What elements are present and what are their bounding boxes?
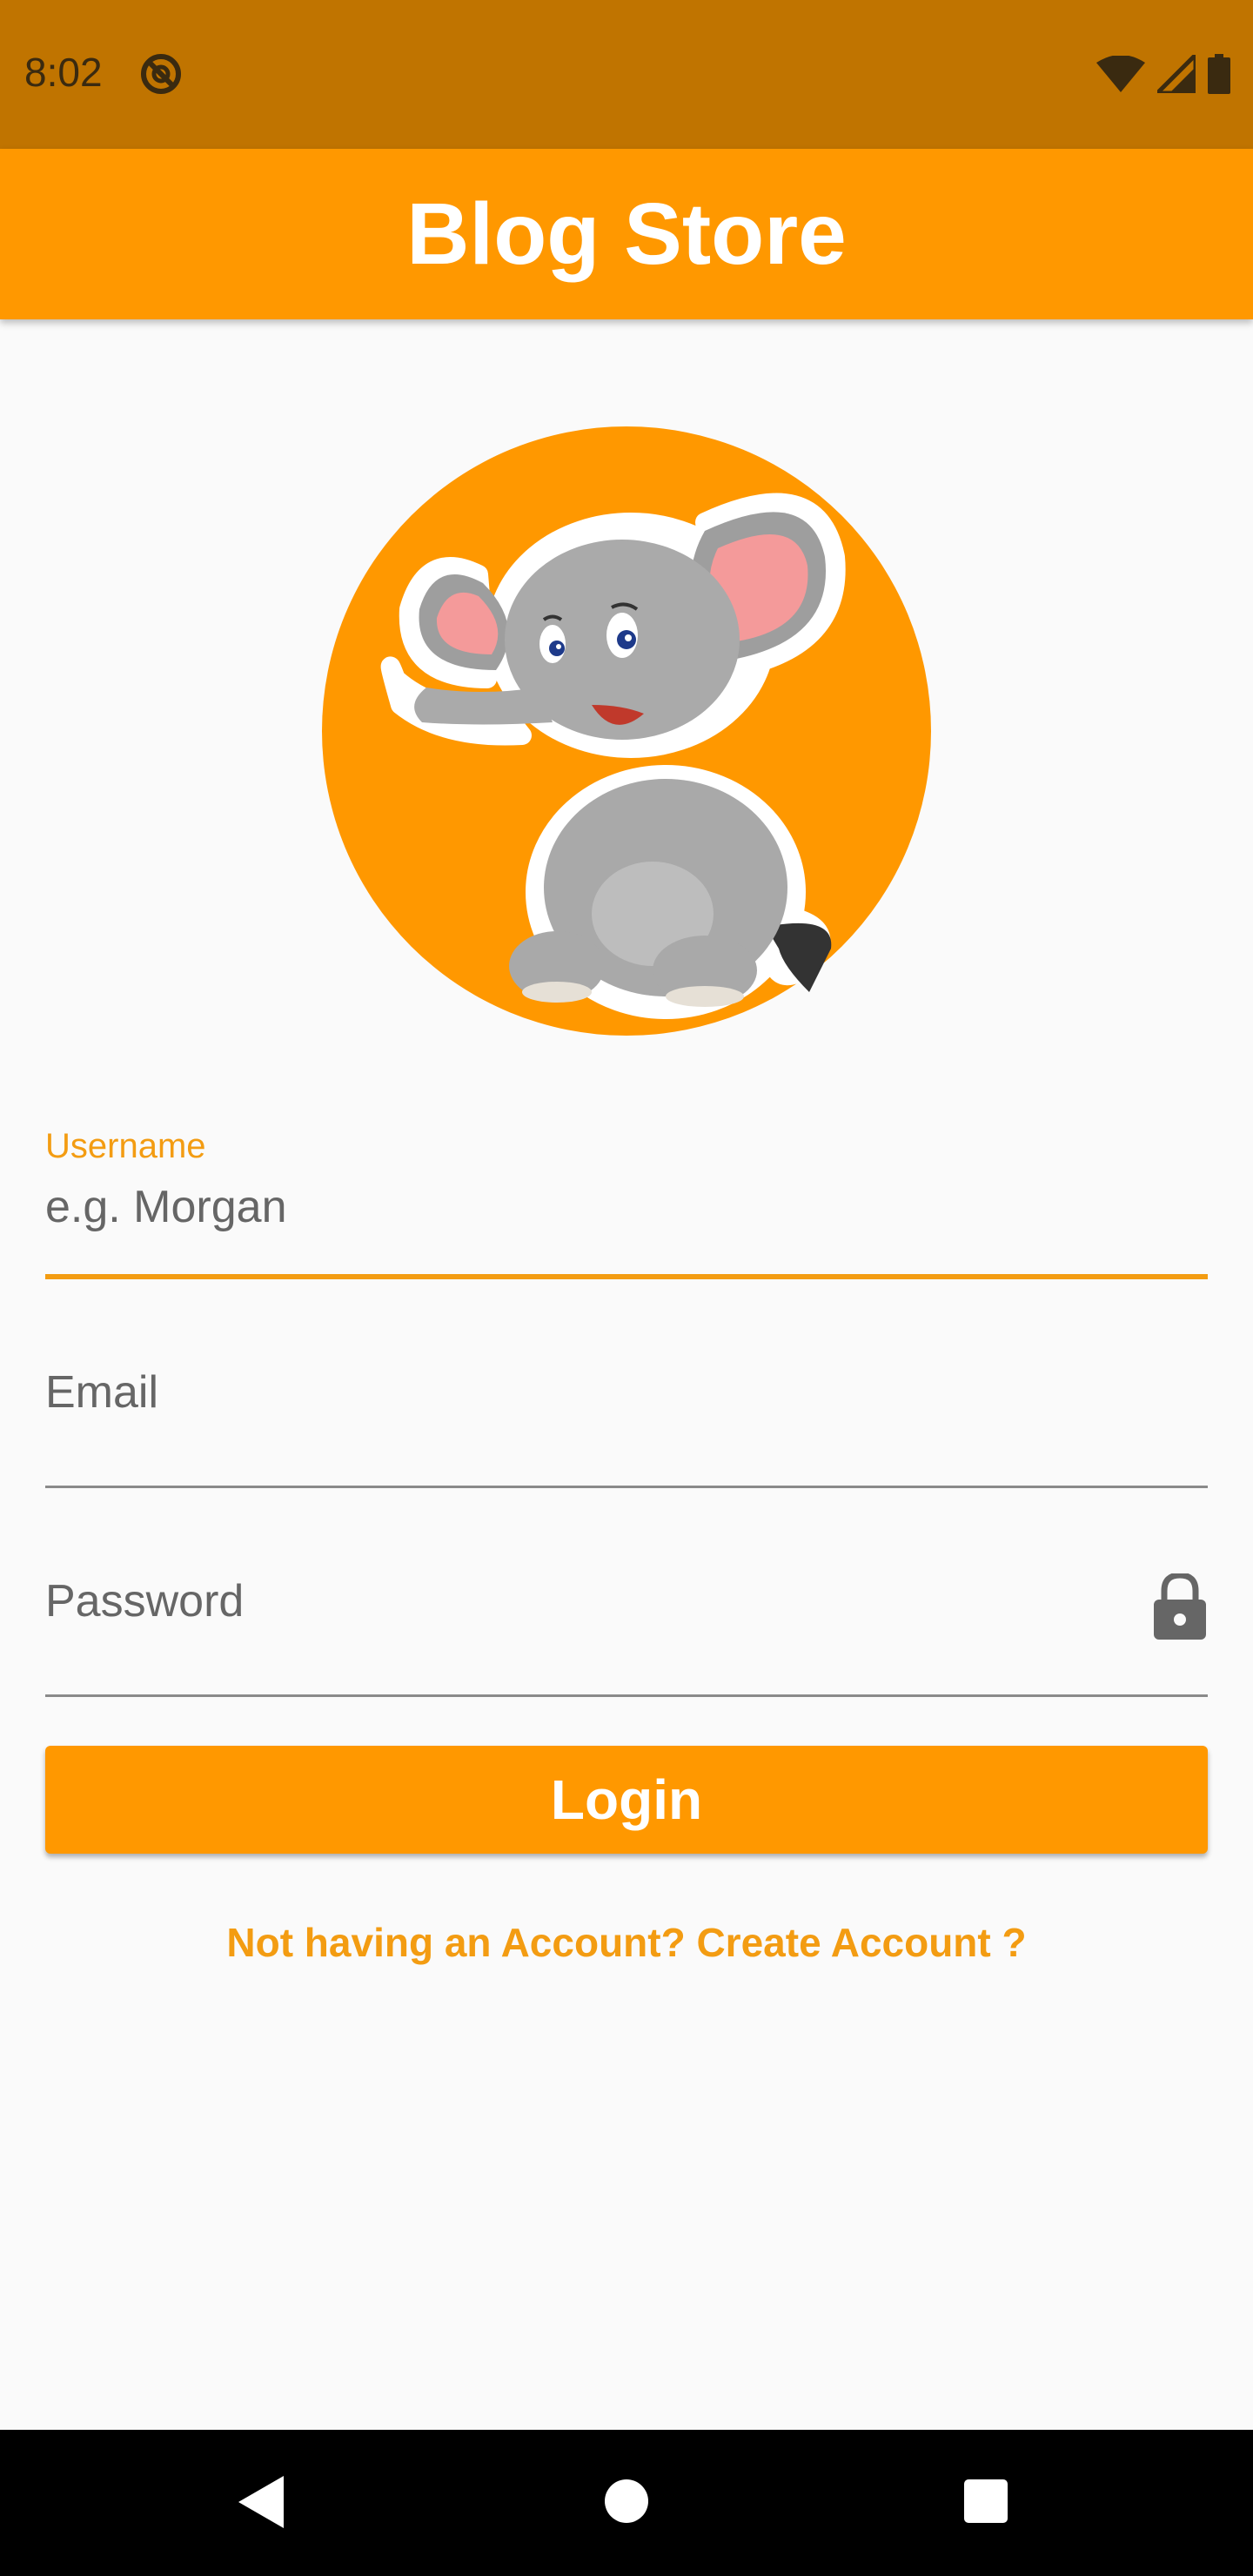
password-underline: [45, 1694, 1208, 1697]
password-input[interactable]: Password: [45, 1575, 244, 1627]
recents-icon[interactable]: [964, 2479, 1008, 2523]
elephant-logo: [322, 426, 931, 1036]
wifi-icon: [1096, 56, 1145, 92]
email-field[interactable]: Email: [45, 1332, 1208, 1488]
app-title: Blog Store: [406, 184, 847, 283]
cell-signal-icon: [1157, 55, 1196, 93]
create-account-link[interactable]: Not having an Account? Create Account ?: [0, 1919, 1253, 1966]
battery-icon: [1208, 54, 1230, 94]
username-field[interactable]: Username e.g. Morgan: [45, 1127, 1208, 1279]
elephant-icon: [322, 426, 931, 1036]
password-field[interactable]: Password: [45, 1540, 1208, 1697]
username-input[interactable]: e.g. Morgan: [45, 1181, 287, 1233]
app-bar: Blog Store: [0, 149, 1253, 319]
do-not-disturb-icon: [141, 54, 181, 94]
status-time: 8:02: [24, 50, 103, 95]
status-bar: 8:02: [0, 0, 1253, 149]
home-icon[interactable]: [605, 2479, 648, 2523]
email-input[interactable]: Email: [45, 1366, 158, 1419]
back-icon[interactable]: [237, 2476, 285, 2528]
email-underline: [45, 1486, 1208, 1488]
username-underline: [45, 1274, 1208, 1279]
status-icons: [1096, 54, 1230, 94]
username-label: Username: [45, 1127, 206, 1165]
login-button[interactable]: Login: [45, 1746, 1208, 1854]
lock-icon: [1154, 1573, 1206, 1640]
